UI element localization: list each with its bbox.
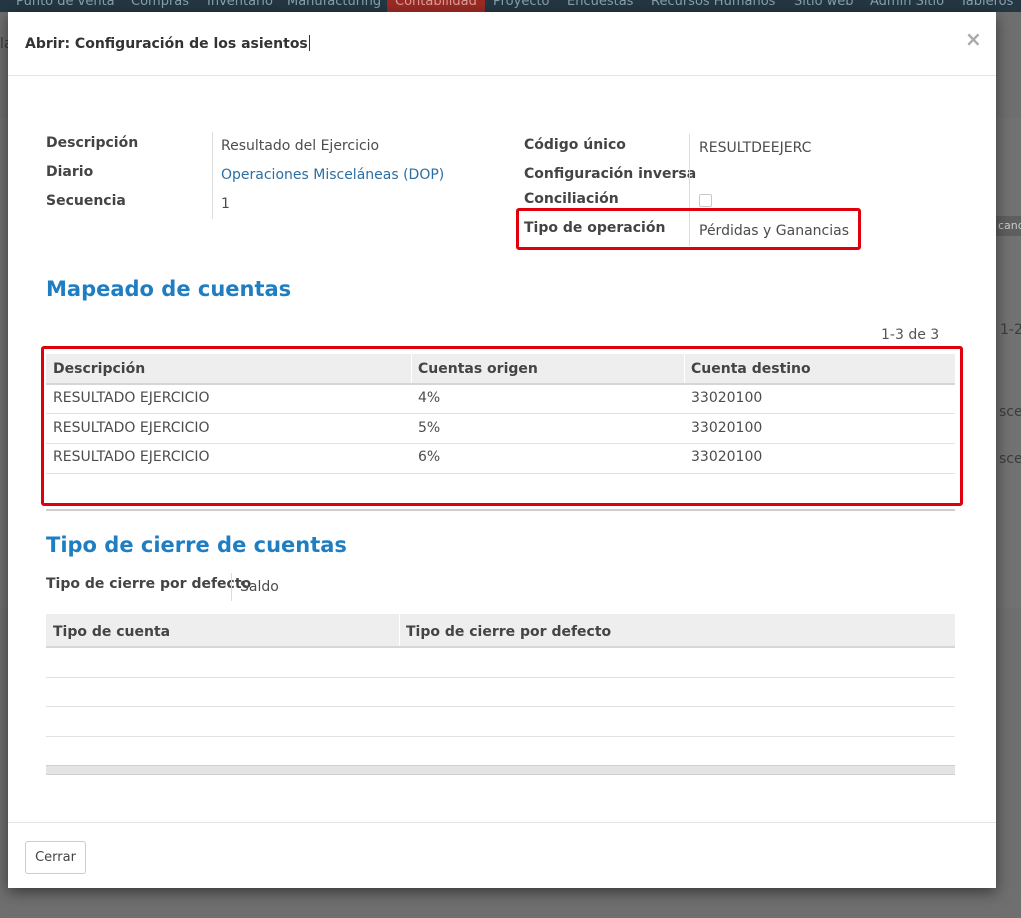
field-label-tipo-cierre-defecto: Tipo de cierre por defecto [46, 576, 252, 592]
nav-item-tableros[interactable]: Tableros [960, 0, 1013, 9]
column-header-tipo-cuenta[interactable]: Tipo de cuenta [53, 624, 170, 640]
highlight-box-tipo-operacion [516, 208, 861, 250]
field-label-conciliacion: Conciliación [524, 191, 619, 207]
nav-item-punto-de-venta[interactable]: Punto de venta [16, 0, 115, 9]
text-caret [308, 35, 310, 51]
background-edge-text: scel [999, 404, 1021, 420]
modal-title-text: Abrir: Configuración de los asientos [25, 36, 308, 52]
nav-item-sitio-web[interactable]: Sitio web [794, 0, 854, 9]
nav-item-admin-sitio[interactable]: Admin Sitio [870, 0, 944, 9]
cierre-table-header: Tipo de cuenta Tipo de cierre por defect… [46, 614, 955, 648]
field-value-codigo-unico: RESULTDEEJERC [699, 140, 812, 156]
modal-dialog: Abrir: Configuración de los asientos × D… [8, 12, 996, 888]
field-label-descripcion: Descripción [46, 135, 139, 151]
field-separator [231, 573, 232, 601]
close-icon[interactable]: × [965, 27, 982, 51]
nav-item-manufacturing[interactable]: Manufacturing [287, 0, 381, 9]
top-navbar: Punto de venta Compras Inventario Manufa… [0, 0, 1021, 12]
modal-header: Abrir: Configuración de los asientos × [8, 12, 996, 76]
background-edge-text: scel [999, 451, 1021, 467]
background-edge-text: cand [998, 219, 1021, 232]
table-bottom-border [46, 765, 955, 775]
column-separator [399, 614, 400, 646]
nav-item-encuestas[interactable]: Encuestas [567, 0, 633, 9]
field-value-diario-link[interactable]: Operaciones Misceláneas (DOP) [221, 167, 444, 183]
highlight-box-mapeo-table [41, 346, 963, 506]
modal-footer: Cerrar [8, 822, 996, 889]
background-edge-text: 1-2 [1000, 322, 1021, 338]
field-label-configuracion-inversa: Configuración inversa [524, 166, 697, 182]
nav-item-contabilidad[interactable]: Contabilidad [387, 0, 485, 12]
field-label-diario: Diario [46, 164, 94, 180]
column-header-tipo-cierre[interactable]: Tipo de cierre por defecto [406, 624, 611, 640]
empty-row-divider [46, 736, 955, 737]
nav-item-proyecto[interactable]: Proyecto [493, 0, 550, 9]
section-title-mapeado: Mapeado de cuentas [46, 277, 292, 301]
modal-title: Abrir: Configuración de los asientos [25, 35, 310, 52]
nav-item-inventario[interactable]: Inventario [207, 0, 273, 9]
empty-row-divider [46, 677, 955, 678]
nav-item-compras[interactable]: Compras [131, 0, 189, 9]
pager[interactable]: 1-3 de 3 [881, 327, 939, 343]
empty-row-divider [46, 706, 955, 707]
close-button[interactable]: Cerrar [25, 841, 86, 874]
field-value-tipo-cierre-defecto: Saldo [240, 579, 279, 595]
field-label-secuencia: Secuencia [46, 193, 126, 209]
field-label-codigo-unico: Código único [524, 137, 626, 153]
conciliacion-checkbox[interactable] [699, 194, 712, 207]
table-bottom-border [46, 509, 955, 511]
field-value-descripcion: Resultado del Ejercicio [221, 138, 380, 154]
section-title-cierre: Tipo de cierre de cuentas [46, 533, 347, 557]
field-separator [212, 132, 213, 219]
nav-item-recursos-humanos[interactable]: Recursos Humanos [651, 0, 775, 9]
field-value-secuencia: 1 [221, 196, 230, 212]
